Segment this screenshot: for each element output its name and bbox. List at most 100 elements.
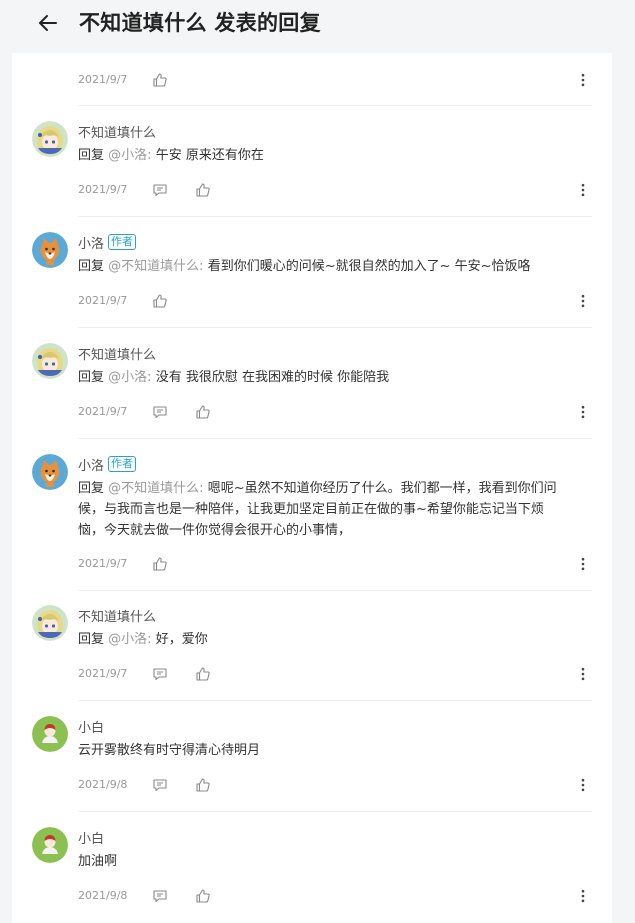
reply-button[interactable] — [151, 776, 169, 794]
comment-icon — [153, 890, 167, 903]
reply-button[interactable] — [151, 665, 169, 683]
avatar[interactable] — [32, 121, 68, 157]
comment-author-name[interactable]: 不知道填什么 — [78, 344, 156, 363]
more-vertical-icon — [581, 557, 585, 571]
avatar[interactable] — [32, 454, 68, 490]
mention-link[interactable]: @不知道填什么: — [108, 481, 203, 496]
comment-author-name[interactable]: 小白 — [78, 828, 104, 847]
anime-girl-avatar-icon — [32, 343, 68, 379]
divider — [78, 216, 592, 217]
avatar[interactable] — [32, 827, 68, 863]
comment-body: 午安 原来还有你在 — [155, 148, 264, 163]
divider — [78, 327, 592, 328]
comment-date: 2021/9/7 — [78, 667, 128, 680]
comment-author-row: 小白 — [78, 716, 104, 736]
reply-button[interactable] — [151, 181, 169, 199]
avatar[interactable] — [32, 605, 68, 641]
mention-link[interactable]: @小洛: — [108, 148, 151, 163]
comment-text: 云开雾散终有时守得清心待明月 — [78, 740, 598, 761]
comment-author-name[interactable]: 不知道填什么 — [78, 122, 156, 141]
comment-text: 回复 @小洛: 好，爱你 — [78, 629, 598, 650]
more-vertical-icon — [581, 889, 585, 903]
more-vertical-icon — [581, 183, 585, 197]
green-avatar-icon — [32, 827, 68, 863]
comment-icon — [153, 668, 167, 681]
comment-text: 回复 @小洛: 午安 原来还有你在 — [78, 145, 598, 166]
comment-body: 嗯呢~虽然不知道你经历了什么。我们都一样，我看到你们问 — [207, 481, 557, 496]
more-options-button[interactable] — [574, 776, 592, 794]
comment-author-row: 小洛 作者 — [78, 232, 137, 252]
comment-meta: 2021/9/7 — [78, 292, 598, 310]
like-button[interactable] — [151, 555, 169, 573]
author-badge: 作者 — [108, 234, 137, 250]
thumbs-up-icon — [153, 557, 167, 571]
more-vertical-icon — [581, 73, 585, 87]
comment-author-name[interactable]: 小洛 — [78, 455, 104, 474]
comment-icon — [153, 406, 167, 419]
comment-author-name[interactable]: 小白 — [78, 717, 104, 736]
thumbs-up-icon — [153, 294, 167, 308]
like-button[interactable] — [151, 71, 169, 89]
comment-body: 没有 我很欣慰 在我困难的时候 你能陪我 — [155, 370, 390, 385]
comment-meta: 2021/9/7 — [78, 71, 598, 89]
comment-author-row: 小白 — [78, 827, 104, 847]
comment-text: 回复 @小洛: 没有 我很欣慰 在我困难的时候 你能陪我 — [78, 367, 598, 388]
author-badge: 作者 — [108, 456, 137, 472]
comment-date: 2021/9/7 — [78, 557, 128, 570]
comment-line: 恼，今天就去做一件你觉得会很开心的小事情， — [78, 523, 352, 538]
comment-date: 2021/9/7 — [78, 405, 128, 418]
avatar[interactable] — [32, 343, 68, 379]
page-title: 不知道填什么 发表的回复 — [79, 11, 321, 35]
comment-icon — [153, 779, 167, 792]
like-button[interactable] — [194, 403, 212, 421]
reply-prefix: 回复 — [78, 148, 105, 163]
comment-body: 加油啊 — [78, 854, 118, 869]
comment-date: 2021/9/7 — [78, 73, 128, 86]
comment-author-name[interactable]: 不知道填什么 — [78, 606, 156, 625]
reply-button[interactable] — [151, 887, 169, 905]
like-button[interactable] — [194, 181, 212, 199]
green-avatar-icon — [32, 716, 68, 752]
thumbs-up-icon — [196, 183, 210, 197]
more-options-button[interactable] — [574, 71, 592, 89]
comment-meta: 2021/9/7 — [78, 181, 598, 199]
more-options-button[interactable] — [574, 403, 592, 421]
divider — [78, 700, 592, 701]
reply-button[interactable] — [151, 403, 169, 421]
comment-body: 好，爱你 — [155, 632, 208, 647]
comment-icon — [153, 184, 167, 197]
comment-body: 云开雾散终有时守得清心待明月 — [78, 743, 261, 758]
like-button[interactable] — [194, 776, 212, 794]
more-vertical-icon — [581, 294, 585, 308]
comment-author-row: 不知道填什么 — [78, 605, 156, 625]
comment-meta: 2021/9/7 — [78, 555, 598, 573]
divider — [78, 105, 592, 106]
more-vertical-icon — [581, 778, 585, 792]
comment-date: 2021/9/8 — [78, 889, 128, 902]
comment-body: 看到你们暖心的问候~就很自然的加入了~ 午安~恰饭咯 — [207, 259, 531, 274]
comment-author-name[interactable]: 小洛 — [78, 233, 104, 252]
avatar[interactable] — [32, 716, 68, 752]
more-options-button[interactable] — [574, 555, 592, 573]
more-options-button[interactable] — [574, 181, 592, 199]
mention-link[interactable]: @小洛: — [108, 370, 151, 385]
reply-prefix: 回复 — [78, 632, 105, 647]
thumbs-up-icon — [153, 73, 167, 87]
thumbs-up-icon — [196, 405, 210, 419]
more-options-button[interactable] — [574, 665, 592, 683]
mention-link[interactable]: @小洛: — [108, 632, 151, 647]
mention-link[interactable]: @不知道填什么: — [108, 259, 203, 274]
reply-list: 2021/9/7 不知道填什么 回复 @小洛: 午安 原来还有你在 2021/9… — [12, 53, 612, 923]
like-button[interactable] — [194, 887, 212, 905]
comment-meta: 2021/9/8 — [78, 887, 598, 905]
comment-author-row: 不知道填什么 — [78, 121, 156, 141]
avatar[interactable] — [32, 232, 68, 268]
more-vertical-icon — [581, 667, 585, 681]
more-options-button[interactable] — [574, 887, 592, 905]
more-options-button[interactable] — [574, 292, 592, 310]
like-button[interactable] — [151, 292, 169, 310]
back-button[interactable] — [34, 9, 62, 37]
thumbs-up-icon — [196, 889, 210, 903]
reply-prefix: 回复 — [78, 259, 105, 274]
like-button[interactable] — [194, 665, 212, 683]
